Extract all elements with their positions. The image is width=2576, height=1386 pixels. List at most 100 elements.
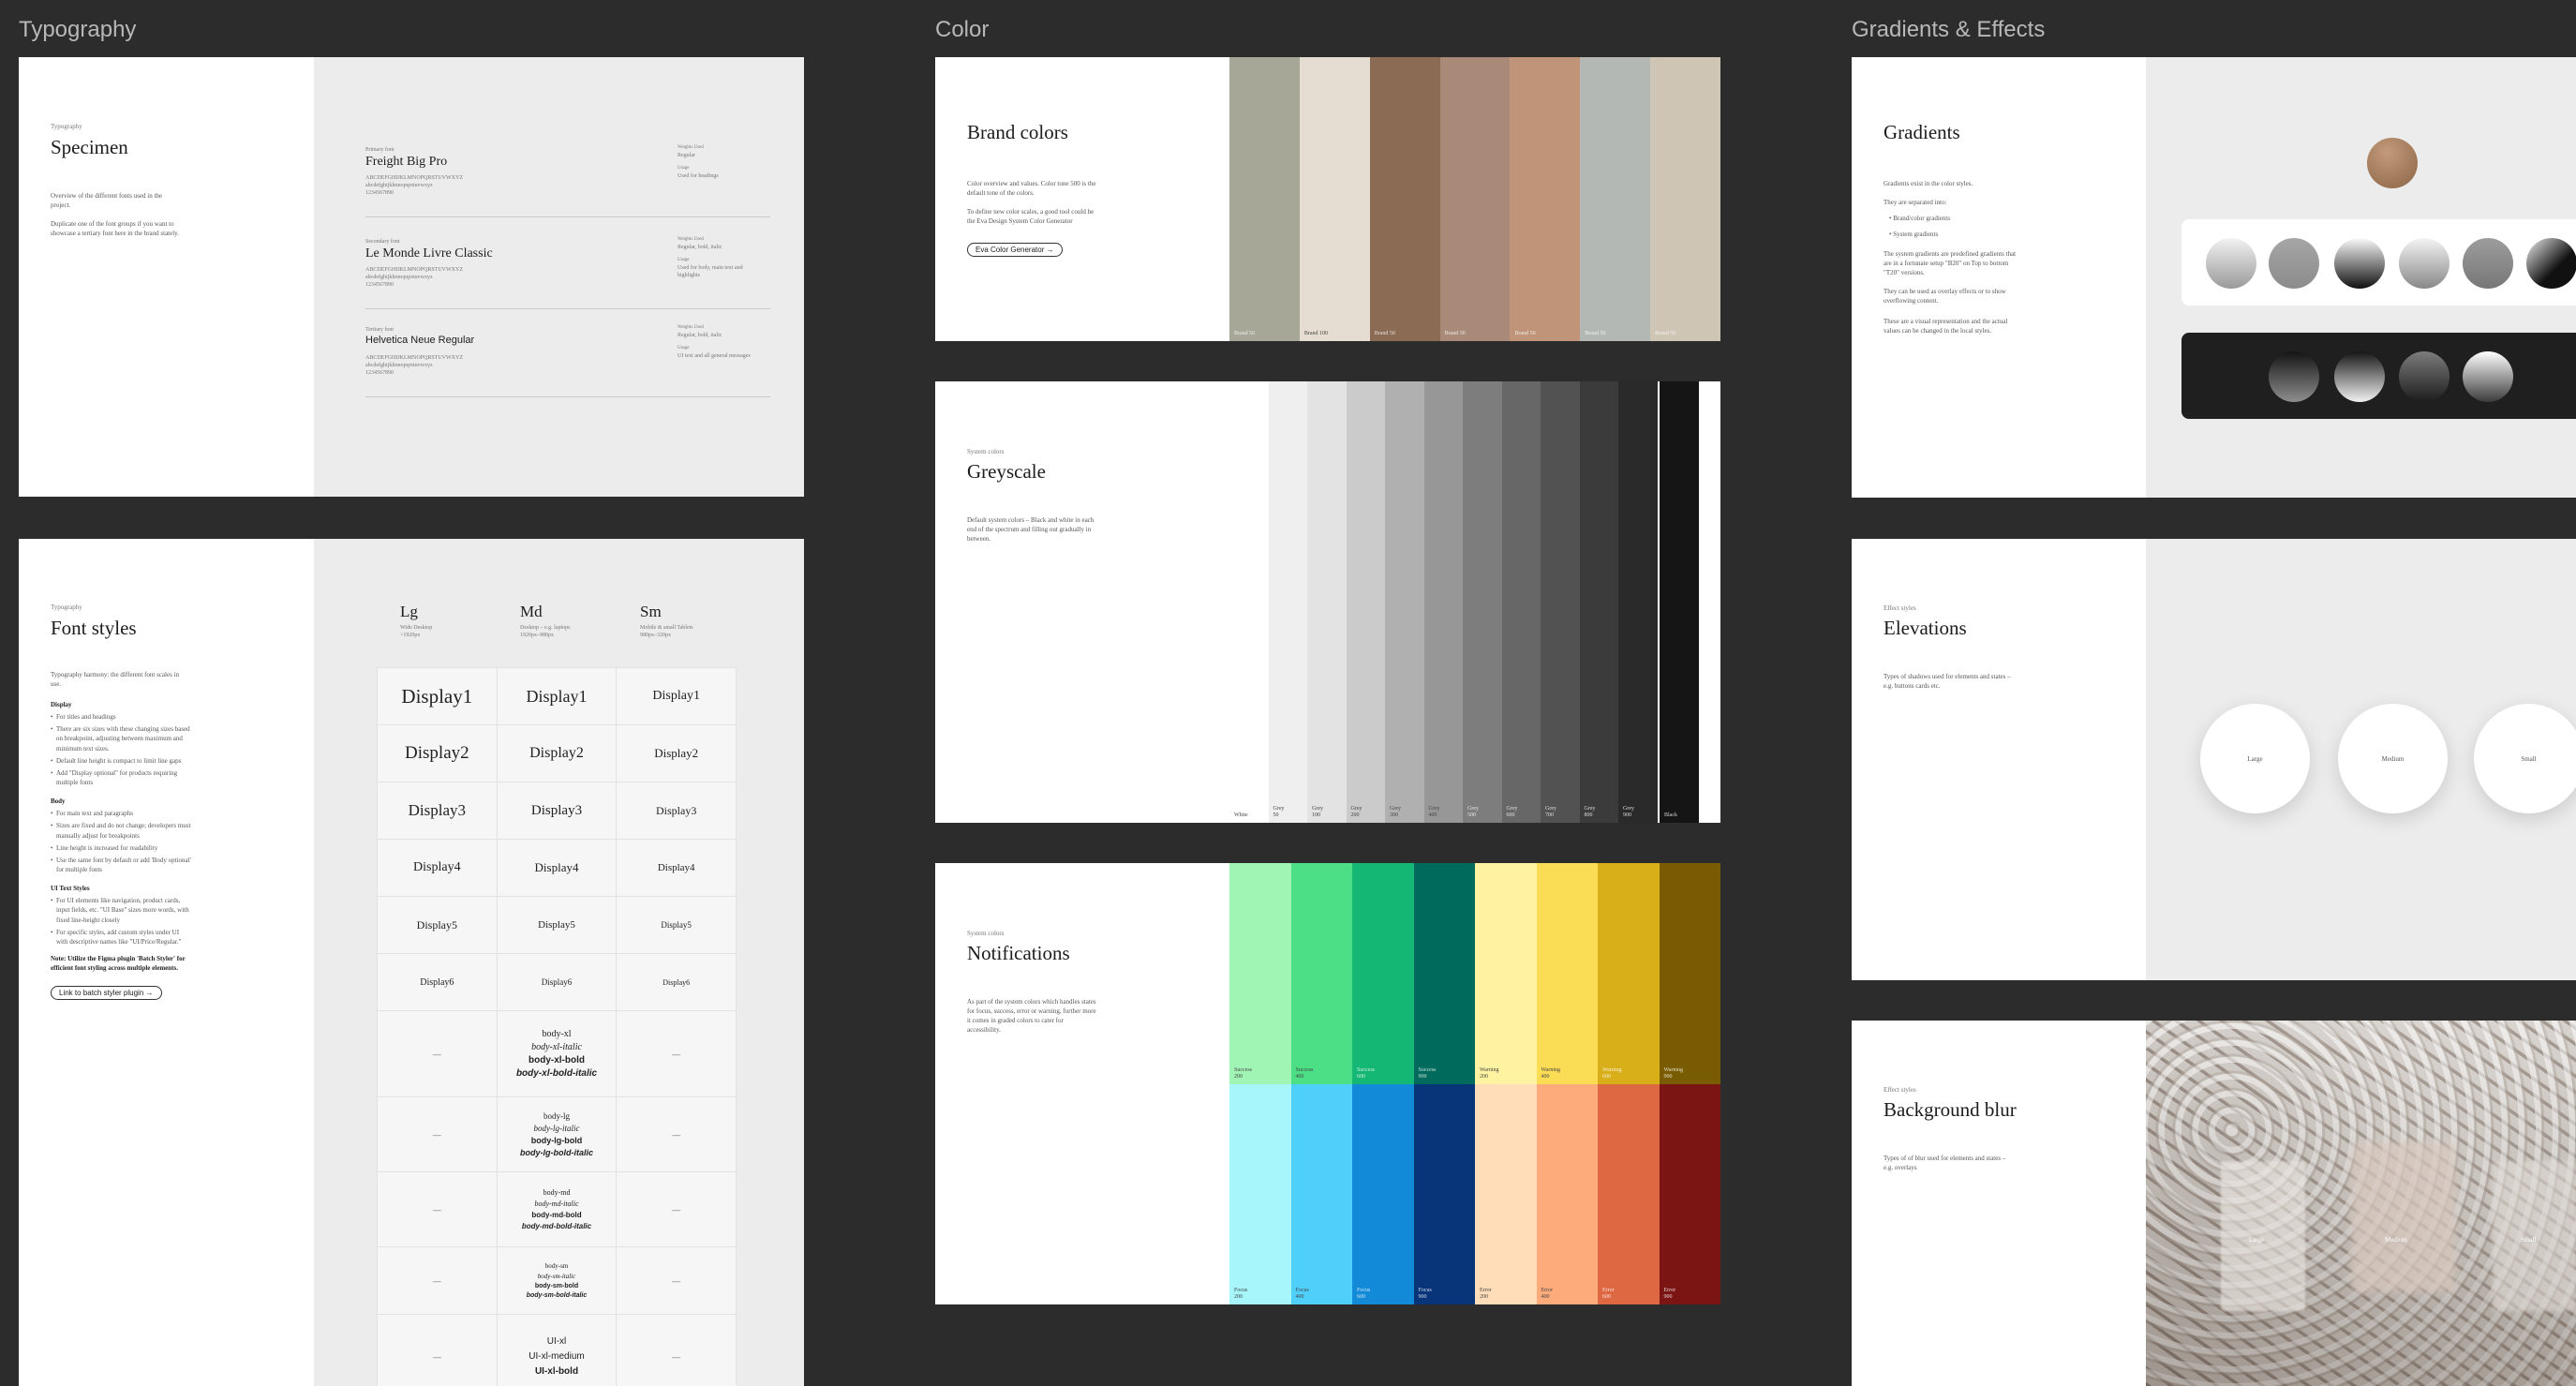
swatch-label: Brand 50 xyxy=(1514,331,1535,337)
color-swatch: Warning 200 xyxy=(1475,863,1537,1084)
body-dash-lg: — xyxy=(378,1172,498,1247)
font-chars-upper: ABCDEFGHIJKLMNOPQRSTUVWXYZ xyxy=(365,175,464,181)
greyscale-swatch: Grey 100 xyxy=(1307,381,1347,823)
swatch-label: Brand 50 xyxy=(1585,331,1605,337)
swatch-label: Error 400 xyxy=(1541,1288,1554,1301)
gradient-swatch-dark-1 xyxy=(2269,351,2319,402)
swatch-label-tone: 200 xyxy=(1234,1293,1243,1300)
gradients-item-1-text: Brand/color gradients xyxy=(1893,215,1951,222)
frame-notifications[interactable]: System colors Notifications As part of t… xyxy=(935,863,1720,1304)
greyscale-swatch: Grey 600 xyxy=(1501,381,1541,823)
size-col-sub2: 1920px–980px xyxy=(520,633,554,638)
gradient-swatch-light-5 xyxy=(2463,238,2513,289)
swatch-label: Brand 50 xyxy=(1375,331,1395,337)
body-dash-sm: — xyxy=(617,1247,737,1315)
notifications-desc: As part of the system colors which handl… xyxy=(967,998,1096,1035)
color-swatch: Error 200 xyxy=(1475,1084,1537,1304)
display-style-cell: Display6 xyxy=(497,954,618,1011)
display-style-cell: Display4 xyxy=(497,840,618,897)
frame-brand-colors[interactable]: Brand colors Color overview and values. … xyxy=(935,57,1720,341)
swatch-label-tone: 400 xyxy=(1295,1293,1304,1300)
body-style-name: body-sm-bold-italic xyxy=(526,1292,588,1299)
display-style-cell: Display6 xyxy=(617,954,737,1011)
swatch-label-tone: 800 xyxy=(1584,812,1593,818)
swatch-label-tone: 400 xyxy=(1541,1293,1550,1300)
font-weights-value: Regular, bold, italic xyxy=(678,245,722,250)
body-style-name: body-xl-bold-italic xyxy=(515,1068,598,1079)
blur-desc: Types of of blur used for elements and s… xyxy=(1884,1155,2006,1172)
swatch-label: Grey 900 xyxy=(1623,806,1634,819)
swatch-label-tone: 50 xyxy=(1273,812,1279,818)
swatch-label-name: Error xyxy=(1602,1287,1615,1293)
batch-styler-plugin-button[interactable]: Link to batch styler plugin → xyxy=(51,986,162,1001)
guideline-bullet: • For specific styles, add custom styles … xyxy=(51,928,191,946)
eva-color-generator-button[interactable]: Eva Color Generator → xyxy=(967,243,1063,257)
guideline-group-title: Display xyxy=(51,701,72,708)
frame-elevations[interactable]: Effect styles Elevations Types of shadow… xyxy=(1852,539,2576,980)
frame-background-blur[interactable]: Effect styles Background blur Types of o… xyxy=(1852,1021,2576,1386)
frame-greyscale[interactable]: System colors Greyscale Default system c… xyxy=(935,381,1720,823)
swatch-label-tone: 700 xyxy=(1545,812,1554,818)
guideline-bullet: • Line height is increased for readabilit… xyxy=(51,843,191,853)
frame-font-styles[interactable]: Typography Font styles Typography harmon… xyxy=(19,539,804,1386)
font-divider xyxy=(365,308,770,309)
swatch-label-tone: 600 xyxy=(1506,812,1515,818)
swatch-label: Error 600 xyxy=(1602,1288,1615,1301)
frame-gradients[interactable]: Gradients Gradients exist in the color s… xyxy=(1852,57,2576,498)
font-divider xyxy=(365,396,770,397)
color-swatch: Success 400 xyxy=(1290,863,1353,1084)
swatch-label-tone: 900 xyxy=(1663,1293,1673,1300)
display-row: Display4 Display4 Display4 xyxy=(378,840,737,897)
swatch-label-tone: 900 xyxy=(1418,1293,1427,1300)
notification-swatches-top: Success 200 Success 400 Success 600 Success 900… xyxy=(1229,863,1720,1084)
swatch-label-tone: 200 xyxy=(1234,1073,1243,1080)
display-style-cell: Display5 xyxy=(378,897,498,954)
bullet-dot: • xyxy=(51,843,53,852)
body-style-name: body-lg-bold-italic xyxy=(520,1148,593,1157)
display-style-cell: Display2 xyxy=(617,725,737,782)
body-style-name: body-md-bold xyxy=(531,1211,582,1219)
display-style-cell: Display6 xyxy=(378,954,498,1011)
color-swatch: Warning 900 xyxy=(1659,863,1720,1084)
swatch-label: Grey 50 xyxy=(1273,806,1285,819)
swatch-label-name: Brand 50 xyxy=(1444,330,1466,336)
bullet-dot: • xyxy=(51,822,53,830)
swatch-label: Brand 50 xyxy=(1445,331,1466,337)
swatch-label-tone: 400 xyxy=(1541,1073,1550,1080)
gradient-swatch-light-2 xyxy=(2269,238,2319,289)
display-style-cell: Display1 xyxy=(497,668,618,725)
swatch-label-tone: 600 xyxy=(1602,1073,1611,1080)
guideline-bullet: • For main text and paragraphs xyxy=(51,809,191,818)
swatch-label-name: Error xyxy=(1663,1287,1676,1293)
fontstyles-intro: Typography harmony: the different font s… xyxy=(51,671,180,689)
swatch-label: Brand 50 xyxy=(1234,331,1255,337)
swatch-label: Focus 900 xyxy=(1419,1288,1432,1301)
guideline-bullet: • Use the same font by default or add 'Bo… xyxy=(51,856,191,874)
swatch-label-tone: 500 xyxy=(1467,812,1476,818)
greyscale-swatches: White Grey 50 Grey 100 Grey 200 Grey 300 Grey 400 G… xyxy=(1229,381,1720,823)
section-label-color: Color xyxy=(935,17,990,42)
swatch-label: Success 600 xyxy=(1357,1067,1375,1080)
gradients-desc-1: Gradients exist in the color styles. xyxy=(1884,180,1973,187)
swatch-label: Error 200 xyxy=(1480,1288,1492,1301)
swatch-label-tone: 600 xyxy=(1357,1073,1365,1080)
display-row: Display3 Display3 Display3 xyxy=(378,782,737,840)
display-row: Display6 Display6 Display6 xyxy=(378,954,737,1011)
swatch-label-name: Warning xyxy=(1663,1066,1684,1073)
specimen-desc-2: Duplicate one of the font groups if you … xyxy=(51,220,179,238)
gradients-desc-5: These are a visual representation and th… xyxy=(1884,318,2008,335)
font-weights-value: Regular, bold, italic xyxy=(678,333,722,338)
frame-specimen[interactable]: Typography Specimen Overview of the diff… xyxy=(19,57,804,497)
gradient-swatch-light-4 xyxy=(2399,238,2449,289)
color-swatch: Focus 200 xyxy=(1229,1084,1291,1304)
font-chars-digits: 1234567890 xyxy=(365,370,394,376)
size-col-sub1: Desktop – e.g. laptops xyxy=(520,625,571,631)
swatch-label-name: Warning xyxy=(1480,1066,1499,1073)
section-label-gradients: Gradients & Effects xyxy=(1852,17,2046,42)
notification-swatches-bottom: Focus 200 Focus 400 Focus 600 Focus 900 Error 200… xyxy=(1229,1084,1720,1304)
font-weights-label: Weights Used xyxy=(678,145,704,150)
guideline-bullet: • For UI elements like navigation, produc… xyxy=(51,896,191,924)
body-row: — body-sm body-sm-italic body-sm-bold body-s… xyxy=(378,1247,737,1315)
swatch-label-name: Warning xyxy=(1541,1066,1561,1073)
body-style-name: body-xl-italic xyxy=(531,1042,582,1052)
